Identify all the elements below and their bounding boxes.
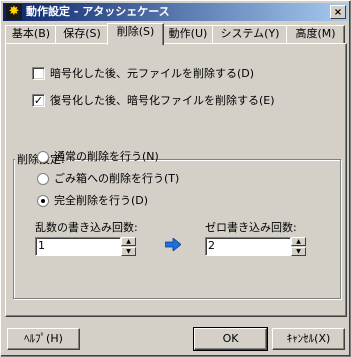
delete-original-checkbox[interactable] <box>32 67 45 80</box>
tab-behavior[interactable]: 動作(U) <box>162 25 214 43</box>
radio-normal-delete-label: 通常の削除を行う(N) <box>54 150 159 163</box>
random-writes-spin-buttons: ▲ ▼ <box>121 237 136 256</box>
tab-basic[interactable]: 基本(B) <box>5 25 57 43</box>
radio-trash-delete[interactable]: ごみ箱への削除を行う(T) <box>37 171 237 187</box>
delete-encrypted-option[interactable]: ✓ 復号化した後、暗号化ファイルを削除する(E) <box>32 93 312 109</box>
random-writes-label: 乱数の書き込み回数: <box>35 221 138 234</box>
random-writes-spinner[interactable]: 1 ▲ ▼ <box>35 237 136 256</box>
tab-strip: 基本(B) 保存(S) 削除(S) 動作(U) システム(Y) 高度(M) <box>5 23 347 45</box>
zero-writes-label: ゼロ書き込み回数: <box>205 221 297 234</box>
random-writes-down-button[interactable]: ▼ <box>121 247 136 256</box>
tab-advanced[interactable]: 高度(M) <box>286 25 345 43</box>
delete-original-label: 暗号化した後、元ファイルを削除する(D) <box>50 67 255 80</box>
radio-trash-delete-label: ごみ箱への削除を行う(T) <box>54 172 180 185</box>
close-button[interactable]: × <box>330 5 346 19</box>
radio-normal-delete-button[interactable] <box>37 151 49 163</box>
zero-writes-input[interactable]: 2 <box>205 237 291 256</box>
zero-writes-spin-buttons: ▲ ▼ <box>291 237 306 256</box>
delete-original-option[interactable]: 暗号化した後、元ファイルを削除する(D) <box>32 66 292 82</box>
settings-dialog: ✸ 動作設定 - アタッシェケース × 基本(B) 保存(S) 削除(S) 動作… <box>0 0 351 357</box>
tab-delete[interactable]: 削除(S) <box>107 23 164 45</box>
radio-selected-dot <box>41 199 45 203</box>
delete-encrypted-label: 復号化した後、暗号化ファイルを削除する(E) <box>50 94 275 107</box>
radio-complete-delete[interactable]: 完全削除を行う(D) <box>37 193 237 209</box>
radio-complete-delete-label: 完全削除を行う(D) <box>54 194 149 207</box>
random-writes-up-button[interactable]: ▲ <box>121 237 136 246</box>
zero-writes-spinner[interactable]: 2 ▲ ▼ <box>205 237 306 256</box>
window-title: 動作設定 - アタッシェケース <box>26 5 170 18</box>
zero-writes-down-button[interactable]: ▼ <box>291 247 306 256</box>
zero-writes-up-button[interactable]: ▲ <box>291 237 306 246</box>
radio-trash-delete-button[interactable] <box>37 173 49 185</box>
delete-encrypted-checkbox[interactable]: ✓ <box>32 94 45 107</box>
random-writes-input[interactable]: 1 <box>35 237 121 256</box>
tab-save[interactable]: 保存(S) <box>55 25 109 43</box>
arrow-right-icon <box>165 238 181 251</box>
ok-button[interactable]: OK <box>193 327 268 351</box>
help-button[interactable]: ﾍﾙﾌﾟ(H) <box>7 328 80 350</box>
tab-system[interactable]: システム(Y) <box>212 25 288 43</box>
radio-normal-delete[interactable]: 通常の削除を行う(N) <box>37 149 237 165</box>
app-icon: ✸ <box>6 4 22 20</box>
radio-complete-delete-button[interactable] <box>37 195 49 207</box>
cancel-button[interactable]: ｷｬﾝｾﾙ(X) <box>272 328 345 350</box>
title-bar: ✸ 動作設定 - アタッシェケース × <box>3 3 348 21</box>
